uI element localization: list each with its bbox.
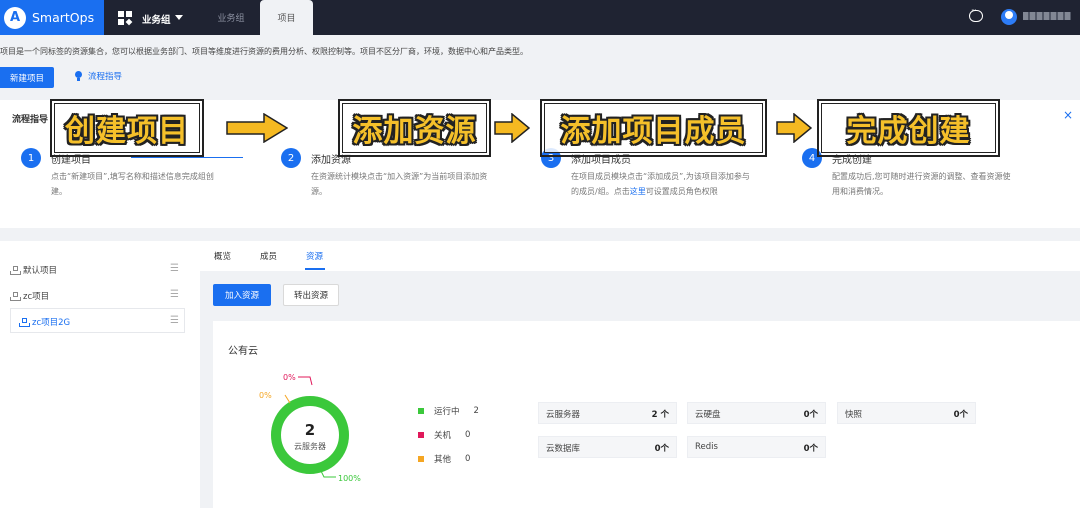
step-desc-text: 可设置成员角色权限: [645, 187, 718, 196]
menu-icon[interactable]: ☰: [170, 263, 179, 274]
step-description: 配置成功后,您可随时进行资源的调整、查看资源使用和消费情况。: [832, 172, 1011, 196]
brand[interactable]: A SmartOps: [0, 0, 104, 35]
overlay-banner-4: 完成创建: [817, 99, 1000, 157]
resource-count: 0个: [803, 444, 818, 454]
public-cloud-panel: 公有云 0% 0% 100% 2 云服务器 运行中 2 关机 0 其他 0 云服…: [213, 321, 1080, 508]
transfer-resource-button[interactable]: 转出资源: [283, 284, 339, 306]
tree-item-label: 默认项目: [23, 266, 58, 276]
resource-count: 0个: [654, 444, 669, 454]
process-guide-label: 流程指导: [88, 72, 123, 82]
process-guide-link[interactable]: 流程指导: [74, 70, 122, 82]
donut-center-value: 2: [305, 421, 315, 439]
group-selector[interactable]: 业务组: [142, 12, 171, 26]
banner-text: 创建项目: [54, 103, 200, 153]
org-tree-icon: [19, 317, 30, 327]
chevron-down-icon[interactable]: [175, 15, 183, 20]
donut-center-label: 云服务器: [294, 441, 326, 451]
step-number: 2: [281, 148, 301, 168]
tab-resources[interactable]: 资源: [306, 250, 323, 262]
step-number: 1: [21, 148, 41, 168]
resource-count: 2 个: [651, 410, 669, 420]
tree-item-default-project[interactable]: 默认项目: [10, 264, 57, 276]
step-description: 在项目成员模块点击“添加成员”,为该项目添加参与的成员/组。点击这里可设置成员角…: [571, 169, 751, 199]
tree-item-label: zc项目2G: [32, 318, 71, 328]
resource-card-cloud-disk[interactable]: 云硬盘 0个: [687, 402, 826, 424]
guide-title: 流程指导: [12, 115, 49, 125]
resource-card-snapshot[interactable]: 快照 0个: [837, 402, 976, 424]
legend-label: 关机: [434, 431, 452, 441]
panel-title: 公有云: [228, 346, 258, 357]
page-description: 项目是一个同标签的资源集合，您可以根据业务部门、项目等维度进行资源的费用分析、权…: [0, 47, 528, 56]
legend-value: 2: [473, 406, 479, 416]
banner-text: 完成创建: [821, 103, 996, 153]
donut-label-running: 100%: [338, 474, 361, 483]
tab-members[interactable]: 成员: [260, 250, 277, 262]
arrow-right-icon: [226, 113, 288, 143]
main-content: 概览 成员 资源 加入资源 转出资源 公有云 0% 0% 100% 2 云服务器…: [200, 241, 1080, 508]
tree-item-zc-project[interactable]: zc项目: [10, 290, 49, 302]
arrow-right-icon: [494, 113, 530, 143]
username-redacted[interactable]: [1023, 12, 1071, 20]
tab-overview[interactable]: 概览: [214, 250, 231, 262]
resource-card-cloud-server[interactable]: 云服务器 2 个: [538, 402, 677, 424]
detail-tabs: 概览 成员 资源: [200, 241, 1080, 271]
org-tree-icon: [10, 265, 21, 275]
apps-grid-icon[interactable]: [118, 11, 133, 26]
active-tab-indicator: [305, 268, 325, 270]
resource-label: 云数据库: [546, 444, 581, 454]
avatar[interactable]: [1001, 9, 1017, 25]
overlay-banner-3: 添加项目成员: [540, 99, 767, 157]
close-icon[interactable]: ×: [1063, 108, 1073, 122]
menu-icon[interactable]: ☰: [170, 315, 179, 326]
step-description: 点击“新建项目”,填写名称和描述信息完成组创建。: [51, 172, 214, 196]
legend-other: 其他 0: [418, 453, 470, 465]
tree-item-zc-project-2g[interactable]: zc项目2G: [19, 316, 70, 328]
legend-value: 0: [465, 430, 471, 440]
resource-card-redis[interactable]: Redis 0个: [687, 436, 826, 458]
overlay-banner-1: 创建项目: [50, 99, 204, 157]
donut-label-other: 0%: [259, 391, 272, 400]
legend-swatch: [418, 456, 424, 462]
lightbulb-icon: [74, 70, 83, 82]
project-tree-sidebar: [0, 241, 200, 508]
tab-business-group[interactable]: 业务组: [204, 0, 258, 35]
here-link[interactable]: 这里: [630, 187, 646, 196]
resource-label: 云服务器: [546, 410, 581, 420]
leader-line-stopped: [298, 376, 313, 386]
arrow-right-icon: [776, 113, 812, 143]
leader-line-other: [284, 394, 291, 404]
tree-item-label: zc项目: [23, 292, 50, 302]
brand-name: SmartOps: [32, 10, 95, 25]
donut-label-stopped: 0%: [283, 373, 296, 382]
step-connector: [131, 157, 243, 158]
legend-value: 0: [465, 454, 471, 464]
legend-swatch: [418, 408, 424, 414]
step-description: 在资源统计模块点击“加入资源”为当前项目添加资源。: [311, 172, 488, 196]
add-resource-button[interactable]: 加入资源: [213, 284, 271, 306]
resource-label: Redis: [695, 442, 718, 452]
resource-card-cloud-database[interactable]: 云数据库 0个: [538, 436, 677, 458]
legend-running: 运行中 2: [418, 405, 479, 417]
legend-swatch: [418, 432, 424, 438]
resource-label: 快照: [845, 410, 863, 420]
top-bar: A SmartOps 业务组 业务组 项目: [0, 0, 1080, 35]
overlay-banner-2: 添加资源: [338, 99, 491, 157]
legend-label: 运行中: [434, 407, 460, 417]
resource-count: 0个: [803, 410, 818, 420]
menu-icon[interactable]: ☰: [170, 289, 179, 300]
status-donut-chart: 0% 0% 100% 2 云服务器: [259, 373, 361, 483]
resource-label: 云硬盘: [695, 410, 721, 420]
legend-label: 其他: [434, 455, 452, 465]
tab-project[interactable]: 项目: [260, 0, 313, 35]
message-icon[interactable]: [969, 6, 983, 22]
new-project-button[interactable]: 新建项目: [0, 67, 54, 88]
legend-stopped: 关机 0: [418, 429, 470, 441]
org-tree-icon: [10, 291, 21, 301]
resource-count: 0个: [953, 410, 968, 420]
logo-icon: A: [4, 6, 26, 29]
banner-text: 添加项目成员: [544, 103, 763, 153]
banner-text: 添加资源: [342, 103, 487, 153]
